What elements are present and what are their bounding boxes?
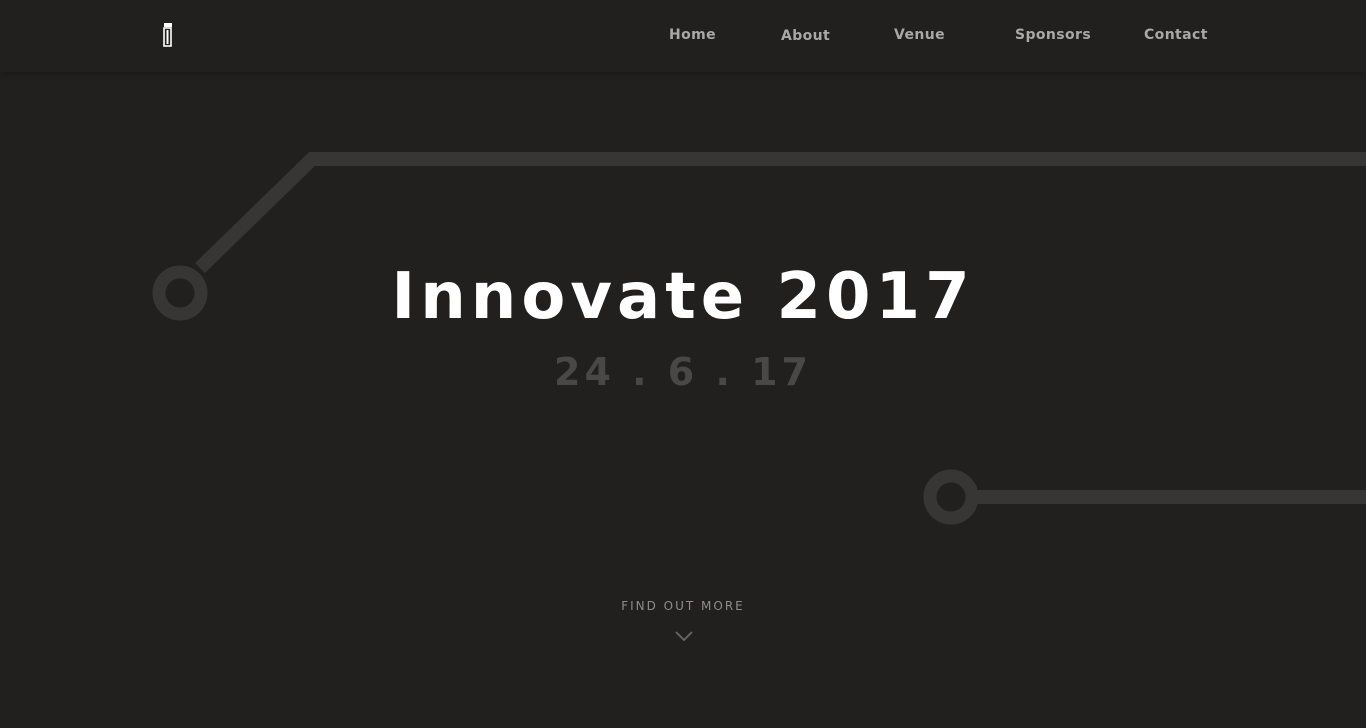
nav-link-sponsors[interactable]: Sponsors: [1015, 27, 1091, 43]
landing-page: Home About Venue Sponsors Contact Innova…: [0, 0, 1366, 728]
nav-link-venue[interactable]: Venue: [894, 27, 945, 43]
nav-link-home[interactable]: Home: [669, 27, 716, 43]
nav-link-about[interactable]: About: [781, 28, 830, 44]
top-navigation: Home About Venue Sponsors Contact: [0, 0, 1366, 72]
circuit-line-top: [195, 152, 1366, 274]
innovate-logo-icon[interactable]: [160, 20, 176, 50]
nav-link-contact[interactable]: Contact: [1144, 27, 1208, 43]
event-date: 24 . 6 . 17: [554, 350, 812, 394]
circuit-node-right: [923, 469, 979, 525]
find-out-more-link[interactable]: FIND OUT MORE: [0, 599, 1366, 613]
hero-title: Innovate 2017: [391, 260, 975, 334]
chevron-down-icon[interactable]: [674, 630, 694, 642]
